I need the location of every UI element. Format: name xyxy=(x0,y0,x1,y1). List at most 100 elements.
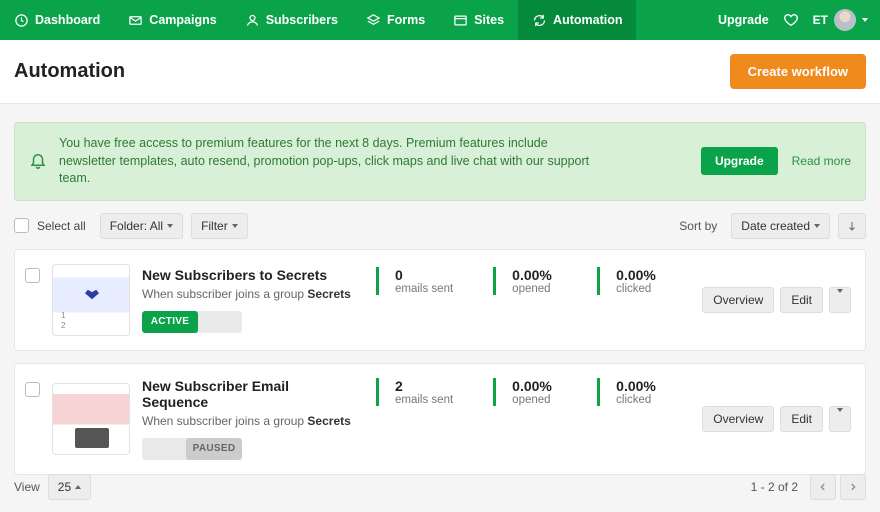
nav-label: Forms xyxy=(387,13,425,27)
layers-icon xyxy=(366,13,381,28)
nav-label: Automation xyxy=(553,13,622,27)
envelope-icon xyxy=(128,13,143,28)
workflow-list: New Subscribers to Secrets When subscrib… xyxy=(0,249,880,475)
chevron-up-icon xyxy=(75,485,81,489)
select-all-label: Select all xyxy=(37,219,86,233)
workflow-subtitle: When subscriber joins a group Secrets xyxy=(142,414,352,428)
row-text: New Subscriber Email Sequence When subsc… xyxy=(142,378,352,460)
user-initials: ET xyxy=(813,13,828,27)
stat-label: emails sent xyxy=(395,394,453,406)
row-main: New Subscriber Email Sequence When subsc… xyxy=(142,378,690,460)
workflow-title[interactable]: New Subscribers to Secrets xyxy=(142,267,352,283)
workflow-subtitle: When subscriber joins a group Secrets xyxy=(142,287,352,301)
list-toolbar: Select all Folder: All Filter Sort by Da… xyxy=(0,213,880,249)
stat-value: 0 xyxy=(395,267,453,283)
per-page-button[interactable]: 25 xyxy=(48,474,91,500)
stat-label: clicked xyxy=(616,283,661,295)
folder-filter-button[interactable]: Folder: All xyxy=(100,213,183,239)
stat-label: clicked xyxy=(616,394,661,406)
stat-clicked: 0.00% clicked xyxy=(597,267,677,295)
view-label: View xyxy=(14,480,40,494)
workflow-row: New Subscriber Email Sequence When subsc… xyxy=(14,363,866,475)
stat-value: 0.00% xyxy=(616,378,661,394)
subtitle-group: Secrets xyxy=(307,287,350,301)
banner-actions: Upgrade Read more xyxy=(701,147,851,175)
edit-button[interactable]: Edit xyxy=(780,287,823,313)
sort-field-button[interactable]: Date created xyxy=(731,213,830,239)
stat-value: 0.00% xyxy=(512,267,557,283)
list-footer: View 25 1 - 2 of 2 xyxy=(0,462,880,512)
nav-label: Campaigns xyxy=(149,13,216,27)
stat-label: emails sent xyxy=(395,283,453,295)
row-checkbox[interactable] xyxy=(25,382,40,397)
banner-upgrade-button[interactable]: Upgrade xyxy=(701,147,778,175)
prev-page-button[interactable] xyxy=(810,474,836,500)
stat-emails-sent: 2 emails sent xyxy=(376,378,469,406)
workflow-thumbnail[interactable] xyxy=(52,264,130,336)
browser-icon xyxy=(453,13,468,28)
overview-button[interactable]: Overview xyxy=(702,287,774,313)
row-checkbox[interactable] xyxy=(25,268,40,283)
stat-clicked: 0.00% clicked xyxy=(597,378,677,406)
workflow-row: New Subscribers to Secrets When subscrib… xyxy=(14,249,866,351)
chevron-down-icon xyxy=(837,408,843,426)
stat-value: 0.00% xyxy=(616,267,661,283)
nav-label: Sites xyxy=(474,13,504,27)
more-actions-button[interactable] xyxy=(829,406,851,432)
nav-upgrade-link[interactable]: Upgrade xyxy=(718,13,769,27)
chevron-down-icon xyxy=(232,224,238,228)
folder-filter-label: Folder: All xyxy=(110,219,163,233)
chevron-down-icon xyxy=(862,18,868,22)
banner-text: You have free access to premium features… xyxy=(59,135,599,188)
per-page-value: 25 xyxy=(58,480,71,494)
nav-forms[interactable]: Forms xyxy=(352,0,439,40)
filter-button[interactable]: Filter xyxy=(191,213,248,239)
more-actions-button[interactable] xyxy=(829,287,851,313)
nav-label: Subscribers xyxy=(266,13,338,27)
select-all-checkbox[interactable] xyxy=(14,218,29,233)
filter-label: Filter xyxy=(201,219,228,233)
sort-by-label: Sort by xyxy=(679,219,717,233)
chevron-down-icon xyxy=(167,224,173,228)
nav-dashboard[interactable]: Dashboard xyxy=(0,0,114,40)
subtitle-prefix: When subscriber joins a group xyxy=(142,414,307,428)
clock-icon xyxy=(14,13,29,28)
nav-automation[interactable]: Automation xyxy=(518,0,636,40)
user-menu[interactable]: ET xyxy=(813,9,868,31)
next-page-button[interactable] xyxy=(840,474,866,500)
row-text: New Subscribers to Secrets When subscrib… xyxy=(142,267,352,333)
edit-button[interactable]: Edit xyxy=(780,406,823,432)
sort-direction-button[interactable] xyxy=(838,213,866,239)
stat-opened: 0.00% opened xyxy=(493,267,573,295)
workflow-title[interactable]: New Subscriber Email Sequence xyxy=(142,378,352,410)
sort-field-label: Date created xyxy=(741,219,810,233)
create-workflow-button[interactable]: Create workflow xyxy=(730,54,866,89)
page-title: Automation xyxy=(14,60,125,83)
stat-opened: 0.00% opened xyxy=(493,378,573,406)
page-header: Automation Create workflow xyxy=(0,40,880,104)
heart-icon[interactable] xyxy=(783,12,799,28)
chevron-down-icon xyxy=(814,224,820,228)
overview-button[interactable]: Overview xyxy=(702,406,774,432)
row-actions: Overview Edit xyxy=(702,406,851,432)
top-nav: Dashboard Campaigns Subscribers Forms Si… xyxy=(0,0,880,40)
refresh-icon xyxy=(532,13,547,28)
nav-label: Dashboard xyxy=(35,13,100,27)
status-badge: ACTIVE xyxy=(142,311,198,333)
stat-value: 0.00% xyxy=(512,378,557,394)
stat-value: 2 xyxy=(395,378,453,394)
nav-subscribers[interactable]: Subscribers xyxy=(231,0,352,40)
nav-right: Upgrade ET xyxy=(718,9,880,31)
nav-campaigns[interactable]: Campaigns xyxy=(114,0,230,40)
stat-emails-sent: 0 emails sent xyxy=(376,267,469,295)
workflow-thumbnail[interactable] xyxy=(52,383,130,455)
status-toggle[interactable]: PAUSED xyxy=(142,438,242,460)
banner-read-more-link[interactable]: Read more xyxy=(792,154,851,168)
user-icon xyxy=(245,13,260,28)
stat-label: opened xyxy=(512,283,557,295)
status-toggle[interactable]: ACTIVE xyxy=(142,311,242,333)
nav-sites[interactable]: Sites xyxy=(439,0,518,40)
stat-label: opened xyxy=(512,394,557,406)
avatar-icon xyxy=(834,9,856,31)
subtitle-group: Secrets xyxy=(307,414,350,428)
